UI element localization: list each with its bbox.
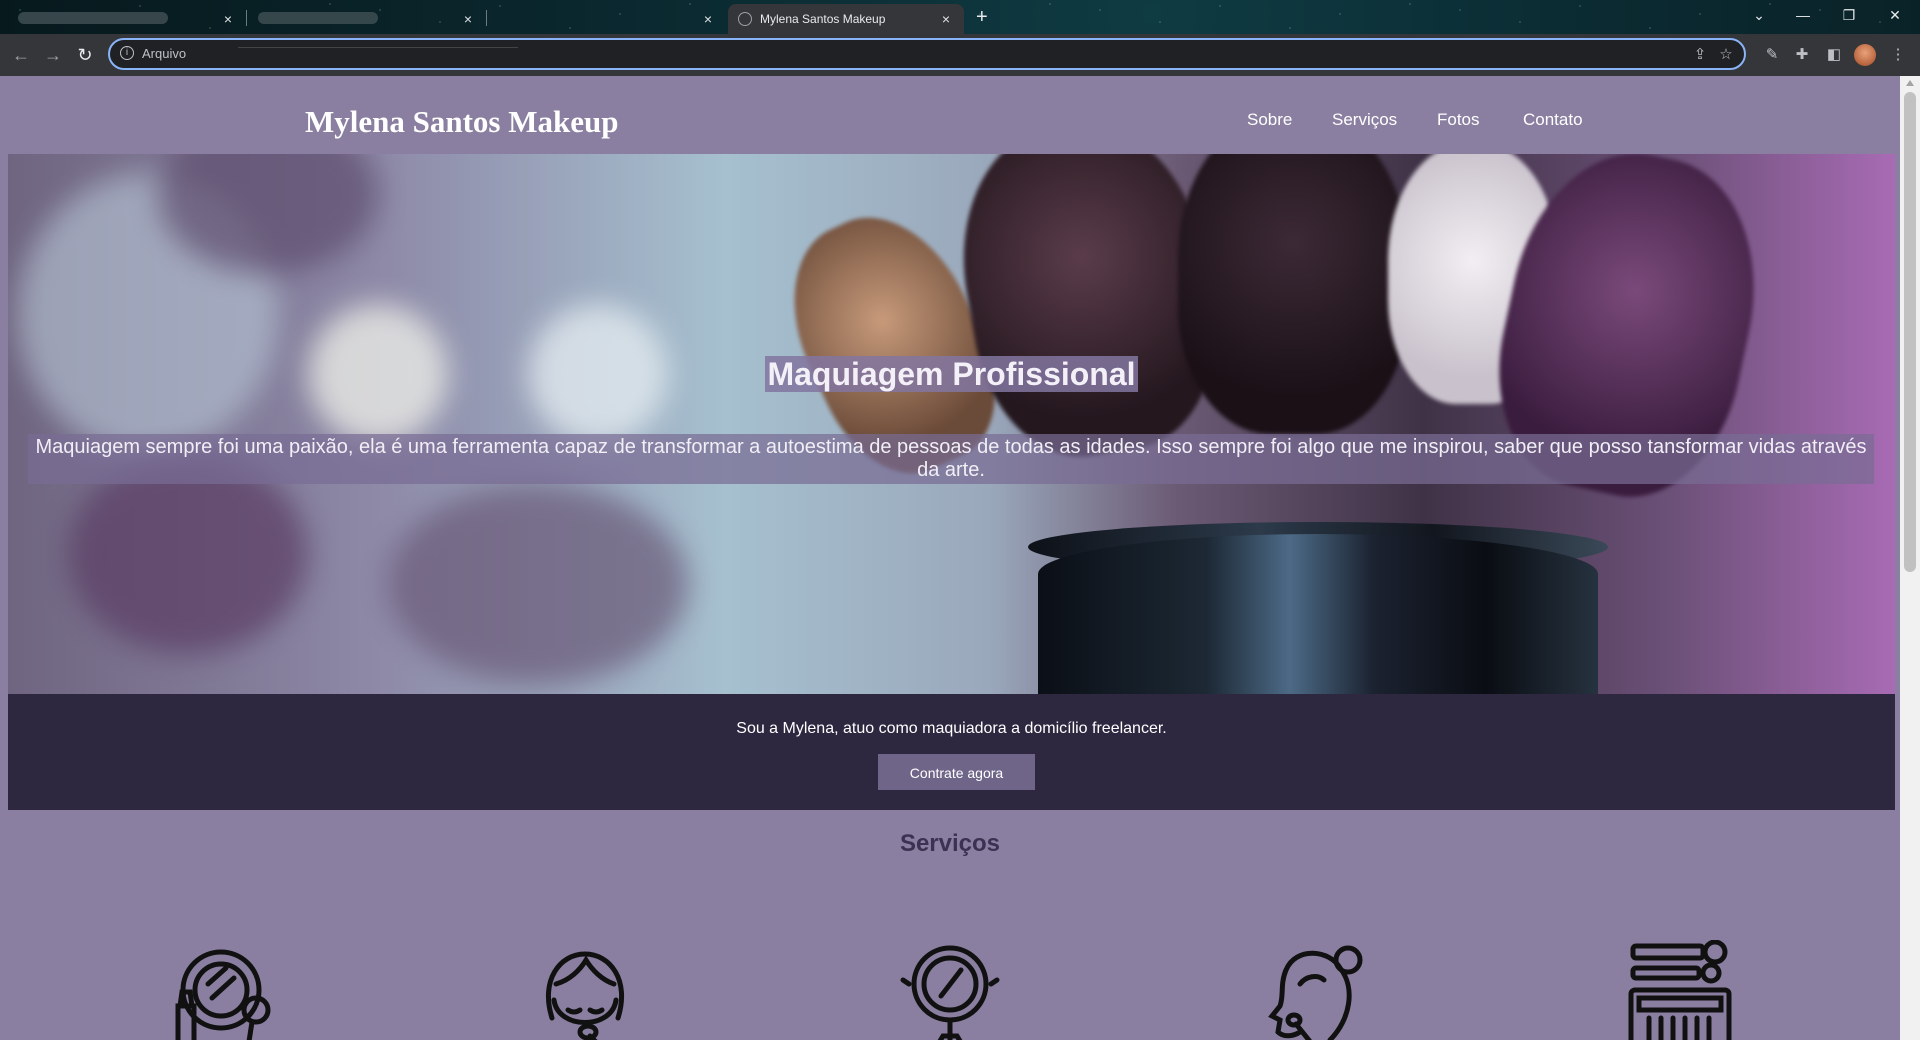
- menu-kebab-icon[interactable]: ⋮: [1886, 43, 1910, 67]
- tab-separator: [246, 10, 247, 26]
- hero-title: Maquiagem Profissional: [765, 356, 1138, 392]
- address-scheme-label: Arquivo: [142, 46, 187, 61]
- address-url: [238, 47, 518, 49]
- hero-bokeh: [388, 484, 688, 684]
- hire-now-button[interactable]: Contrate agora: [878, 754, 1035, 790]
- tab-title: Mylena Santos Makeup: [760, 12, 886, 26]
- back-icon[interactable]: ←: [8, 42, 34, 68]
- forward-icon[interactable]: →: [40, 42, 66, 68]
- address-bar[interactable]: i Arquivo ⇪ ☆: [108, 38, 1746, 70]
- tab-close-icon[interactable]: ×: [700, 11, 716, 27]
- browser-tab-2[interactable]: ×: [248, 4, 486, 34]
- tab-search-icon[interactable]: ⌄: [1736, 2, 1782, 28]
- eyeshadow-palette-icon: [1628, 940, 1732, 1040]
- hero-text: Maquiagem sempre foi uma paixão, ela é u…: [28, 434, 1874, 484]
- browser-toolbar: ← → ↻ i Arquivo ⇪ ☆ ✎ ✚ ◧ ⋮: [0, 34, 1920, 76]
- nav-link-contato[interactable]: Contato: [1523, 110, 1583, 130]
- profile-avatar[interactable]: [1854, 44, 1876, 66]
- extensions-puzzle-icon[interactable]: ✚: [1790, 43, 1814, 67]
- site-logo[interactable]: Mylena Santos Makeup: [305, 104, 618, 140]
- hero-banner: Maquiagem Profissional Maquiagem sempre …: [8, 154, 1895, 694]
- new-tab-button[interactable]: +: [976, 6, 988, 28]
- share-icon[interactable]: ⇪: [1690, 45, 1710, 65]
- hand-mirror-icon: [900, 945, 1000, 1040]
- scroll-up-icon[interactable]: [1906, 80, 1914, 86]
- scrollbar-thumb[interactable]: [1904, 92, 1916, 572]
- minimize-icon[interactable]: —: [1780, 2, 1826, 28]
- tab-close-icon[interactable]: ×: [460, 11, 476, 27]
- nav-link-sobre[interactable]: Sobre: [1247, 110, 1292, 130]
- hero-brush-jar: [1038, 534, 1598, 694]
- side-panel-icon[interactable]: ◧: [1822, 43, 1846, 67]
- browser-tab-1[interactable]: ×: [8, 4, 246, 34]
- tab-title: [18, 11, 220, 27]
- bookmark-star-icon[interactable]: ☆: [1716, 45, 1736, 65]
- restore-icon[interactable]: ❐: [1826, 2, 1872, 28]
- about-text: Sou a Mylena, atuo como maquiadora a dom…: [736, 720, 1167, 737]
- face-makeup-icon: [545, 951, 625, 1040]
- info-icon[interactable]: i: [120, 46, 134, 60]
- close-window-icon[interactable]: ✕: [1872, 2, 1918, 28]
- tab-title: [258, 11, 460, 27]
- tab-close-icon[interactable]: ×: [938, 11, 954, 27]
- globe-icon: [738, 12, 752, 26]
- web-page: Mylena Santos Makeup Sobre Serviços Foto…: [0, 76, 1900, 1040]
- site-header: Mylena Santos Makeup Sobre Serviços Foto…: [0, 76, 1900, 154]
- reload-icon[interactable]: ↻: [72, 42, 98, 68]
- hero-bokeh: [68, 454, 308, 654]
- woman-profile-icon: [1268, 945, 1363, 1040]
- tab-separator: [486, 10, 487, 26]
- services-title: Serviços: [899, 830, 1001, 857]
- nav-link-servicos[interactable]: Serviços: [1332, 110, 1397, 130]
- browser-tab-3[interactable]: ×: [488, 4, 726, 34]
- browser-tab-strip: × × × Mylena Santos Makeup × + ⌄ — ❐ ✕: [0, 0, 1920, 34]
- makeup-mirror-icon: [175, 949, 271, 1040]
- nav-link-fotos[interactable]: Fotos: [1437, 110, 1480, 130]
- tab-close-icon[interactable]: ×: [220, 11, 236, 27]
- browser-tab-active[interactable]: Mylena Santos Makeup ×: [728, 4, 964, 34]
- page-scrollbar[interactable]: [1900, 76, 1920, 1040]
- pen-extension-icon[interactable]: ✎: [1760, 43, 1784, 67]
- about-strip: Sou a Mylena, atuo como maquiadora a dom…: [8, 694, 1895, 810]
